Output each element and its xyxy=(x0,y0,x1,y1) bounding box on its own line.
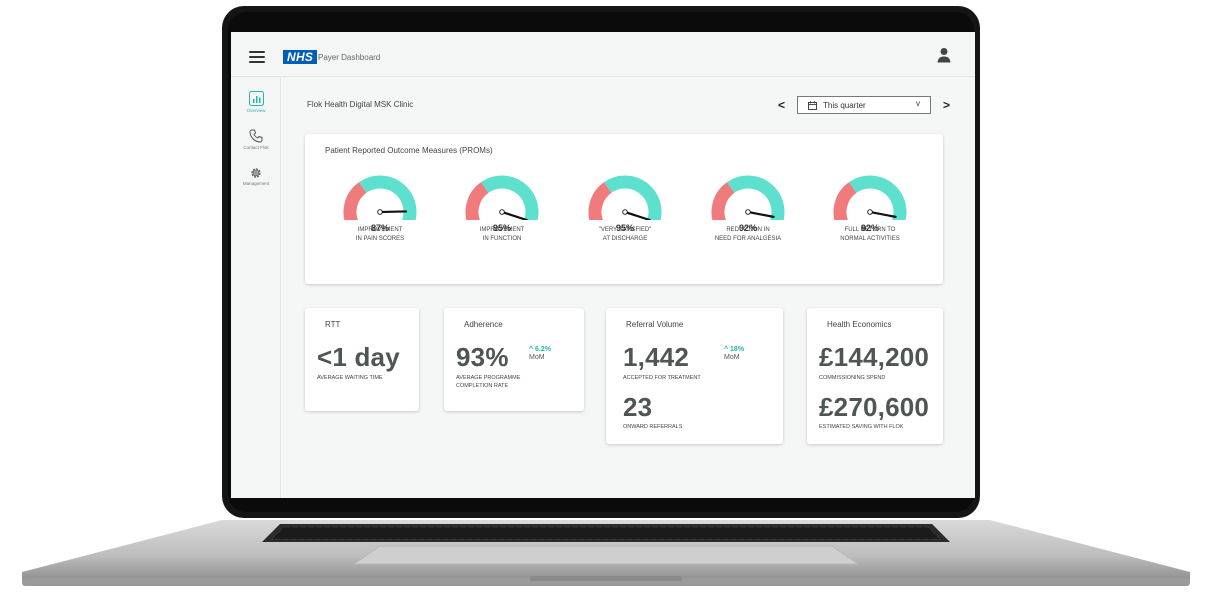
sidebar-item-management[interactable]: Management xyxy=(231,167,281,186)
gauge-label-line2: NORMAL ACTIVITIES xyxy=(840,236,900,242)
gauge-label-line2: AT DISCHARGE xyxy=(602,236,648,242)
gauge-hub xyxy=(622,209,628,215)
gauge-low-band xyxy=(343,182,367,220)
nhs-logo: NHS xyxy=(283,50,318,64)
gauge-label-line2: IN PAIN SCORES xyxy=(355,236,405,242)
adherence-card: Adherence 93% ^ 6.2% MoM AVERAGE PROGRAM… xyxy=(444,308,584,411)
referral-caption-2: ONWARD REFERRALS xyxy=(623,424,683,430)
gauge: 95% IMPROVEMENT IN FUNCTION xyxy=(447,174,557,244)
adherence-caption-line2: COMPLETION RATE xyxy=(456,383,509,389)
gauge-label-line2: IN FUNCTION xyxy=(482,236,522,242)
calendar-icon xyxy=(808,100,817,110)
gauge-dial xyxy=(833,175,907,220)
adherence-caption-line1: AVERAGE PROGRAMME xyxy=(456,375,521,381)
previous-period-button[interactable]: < xyxy=(778,98,785,112)
economics-caption: COMMISSIONING SPEND xyxy=(819,375,886,381)
chevron-down-icon: v xyxy=(916,99,920,108)
rtt-caption: AVERAGE WAITING TIME xyxy=(317,375,383,381)
rtt-card: RTT <1 day AVERAGE WAITING TIME xyxy=(305,308,419,411)
app-title: Payer Dashboard xyxy=(318,53,381,62)
sidebar: Overview Contact Flok Management xyxy=(231,77,281,498)
gauge-high-band xyxy=(359,175,417,220)
gear-icon xyxy=(251,168,261,178)
period-select-value: This quarter xyxy=(823,100,866,110)
gauge: 95% "VERY SATISFIED" AT DISCHARGE xyxy=(570,174,680,244)
app-header: NHS Payer Dashboard xyxy=(231,32,975,77)
adherence-caption: AVERAGE PROGRAMME COMPLETION RATE xyxy=(456,374,520,390)
referral-card: Referral Volume 1,442 ^ 18% MoM ACCEPTED… xyxy=(606,308,783,444)
gauge-dial xyxy=(588,175,662,220)
referral-caption: ACCEPTED FOR TREATMENT xyxy=(623,375,701,381)
clinic-title: Flok Health Digital MSK Clinic xyxy=(307,100,414,109)
adherence-delta-value: ^ 6.2% xyxy=(529,346,551,353)
economics-caption-2: ESTIMATED SAVING WITH FLOK xyxy=(819,424,904,430)
gauge-low-band xyxy=(465,182,489,220)
adherence-title: Adherence xyxy=(464,320,503,329)
gauge: 87% IMPROVEMENT IN PAIN SCORES xyxy=(325,174,435,244)
gauge-value: 87% xyxy=(370,223,389,233)
economics-title: Health Economics xyxy=(827,320,892,329)
gauge-value: 95% xyxy=(615,223,634,233)
gauge-hub xyxy=(867,209,873,215)
laptop-base xyxy=(22,520,1190,586)
economics-value-2: £270,600 xyxy=(819,392,930,422)
gauge-hub xyxy=(377,209,383,215)
gauge: 92% FULL RETURN TO NORMAL ACTIVITIES xyxy=(815,174,925,244)
gauge-low-band xyxy=(588,182,612,220)
rtt-value: <1 day xyxy=(317,342,400,372)
gauge-value: 92% xyxy=(860,223,879,233)
adherence-value: 93% xyxy=(456,342,509,372)
hamburger-menu-icon[interactable] xyxy=(249,51,265,63)
sidebar-item-label: Contact Flok xyxy=(243,145,269,150)
referral-delta-value: ^ 18% xyxy=(724,346,745,353)
bar-chart-icon xyxy=(248,91,264,106)
screen: NHS Payer Dashboard Overview Contact Flo… xyxy=(231,32,975,498)
gauge-hub xyxy=(499,209,505,215)
sidebar-item-label: Overview xyxy=(246,108,266,113)
gauge-dial xyxy=(465,175,539,220)
gauge-low-band xyxy=(711,182,735,220)
rtt-title: RTT xyxy=(325,320,341,329)
referral-delta: ^ 18% MoM xyxy=(724,346,744,362)
period-select[interactable]: This quarter v xyxy=(797,96,931,114)
referral-value-2: 23 xyxy=(623,392,653,422)
gauge-low-band xyxy=(833,182,857,220)
gauge-hub xyxy=(745,209,751,215)
sidebar-item-contact-flok[interactable]: Contact Flok xyxy=(231,129,281,150)
proms-title: Patient Reported Outcome Measures (PROMs… xyxy=(325,146,493,155)
adherence-delta: ^ 6.2% MoM xyxy=(529,346,551,362)
gauge-label-line2: NEED FOR ANALGESIA xyxy=(714,236,782,242)
referral-value: 1,442 xyxy=(623,342,690,372)
proms-card: Patient Reported Outcome Measures (PROMs… xyxy=(305,134,943,284)
phone-icon xyxy=(249,129,263,143)
gauge-needle xyxy=(871,211,897,218)
economics-value: £144,200 xyxy=(819,342,930,372)
adherence-delta-label: MoM xyxy=(529,354,545,361)
gauge-dial xyxy=(711,175,785,220)
user-icon[interactable] xyxy=(937,47,951,63)
sidebar-item-label: Management xyxy=(242,181,270,186)
gauge-value: 92% xyxy=(738,223,757,233)
referral-title: Referral Volume xyxy=(626,320,684,329)
gauge-needle xyxy=(749,211,775,218)
gauge-value: 95% xyxy=(492,223,511,233)
next-period-button[interactable]: > xyxy=(943,98,950,112)
sidebar-item-overview[interactable]: Overview xyxy=(231,91,281,113)
referral-delta-label: MoM xyxy=(724,354,740,361)
gauge-dial xyxy=(343,175,417,220)
gauge-needle xyxy=(626,211,651,220)
gauge: 92% REDUCTION IN NEED FOR ANALGESIA xyxy=(693,174,803,244)
economics-card: Health Economics £144,200 COMMISSIONING … xyxy=(807,308,943,444)
gauge-needle xyxy=(503,211,528,220)
